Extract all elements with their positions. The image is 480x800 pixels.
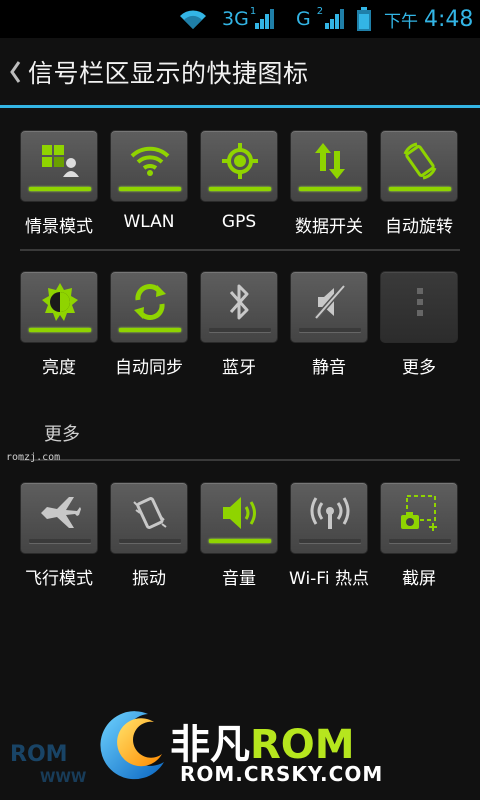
screenshot-icon	[395, 491, 445, 535]
auto-rotate-icon	[395, 139, 445, 183]
profiles-button[interactable]	[20, 130, 98, 202]
mute-icon	[305, 280, 355, 324]
bluetooth-button[interactable]	[200, 271, 278, 343]
tile-brightness[interactable]: 亮度	[20, 271, 98, 378]
sim2-label: 2	[316, 5, 324, 17]
section-divider	[20, 459, 460, 461]
ampm-label: 下午	[384, 11, 418, 32]
tile-sync[interactable]: 自动同步	[110, 271, 188, 378]
battery-icon	[356, 0, 372, 38]
more-button[interactable]	[380, 271, 458, 343]
airplane-button[interactable]	[20, 482, 98, 554]
tile-more[interactable]: 更多	[380, 271, 458, 378]
tile-label: 更多	[402, 358, 436, 378]
more-section-header: 更多	[44, 424, 80, 445]
signal-bars-icon	[254, 0, 276, 38]
tile-label: 数据开关	[295, 217, 363, 237]
page-title: 信号栏区显示的快捷图标	[28, 59, 309, 88]
crsky-logo-icon	[88, 700, 178, 790]
tile-vibrate[interactable]: 振动	[110, 482, 188, 589]
signal-bars-icon	[324, 0, 346, 38]
row-divider	[20, 249, 460, 251]
tile-auto-rotate[interactable]: 自动旋转	[380, 130, 458, 237]
page-header: 信号栏区显示的快捷图标	[0, 38, 480, 106]
tile-data[interactable]: 数据开关	[290, 130, 368, 237]
tile-label: 亮度	[42, 358, 76, 378]
brightness-icon	[35, 280, 85, 324]
state-indicator-bar	[299, 328, 361, 332]
tile-label: 振动	[132, 569, 166, 589]
tile-volume[interactable]: 音量	[200, 482, 278, 589]
network-g: G 2	[296, 0, 323, 38]
state-indicator-bar	[209, 539, 271, 543]
header-divider	[0, 105, 480, 108]
state-indicator-bar	[299, 187, 361, 191]
state-indicator-bar	[29, 328, 91, 332]
status-bar: 3G 1 G 2 下午 4:48	[0, 0, 480, 38]
state-indicator-bar	[119, 328, 181, 332]
mute-button[interactable]	[290, 271, 368, 343]
clock: 下午 4:48	[384, 0, 473, 38]
more-dots-icon	[395, 280, 445, 324]
wifi-hotspot-icon	[305, 491, 355, 535]
network-type-label: G	[296, 8, 311, 30]
tile-screenshot[interactable]: 截屏	[380, 482, 458, 589]
tile-gps[interactable]: GPS	[200, 130, 278, 232]
gps-icon	[215, 139, 265, 183]
volume-icon	[215, 491, 265, 535]
state-indicator-bar	[209, 328, 271, 332]
tile-mute[interactable]: 静音	[290, 271, 368, 378]
brightness-button[interactable]	[20, 271, 98, 343]
bluetooth-icon	[215, 280, 265, 324]
wifi-icon	[125, 139, 175, 183]
tile-label: 情景模式	[25, 217, 93, 237]
screenshot-button[interactable]	[380, 482, 458, 554]
sync-icon	[125, 280, 175, 324]
wlan-button[interactable]	[110, 130, 188, 202]
tile-label: 静音	[312, 358, 346, 378]
vibrate-icon	[125, 491, 175, 535]
vibrate-button[interactable]	[110, 482, 188, 554]
watermark-ghost-url: WWW	[40, 770, 87, 786]
tile-label: Wi-Fi 热点	[289, 569, 369, 589]
tile-wlan[interactable]: WLAN	[110, 130, 188, 232]
tile-label: 飞行模式	[25, 569, 93, 589]
tile-bluetooth[interactable]: 蓝牙	[200, 271, 278, 378]
state-indicator-bar	[29, 539, 91, 543]
tile-label: 音量	[222, 569, 256, 589]
state-indicator-bar	[119, 187, 181, 191]
data-transfer-icon	[305, 139, 355, 183]
back-chevron-icon[interactable]	[4, 52, 26, 92]
state-indicator-bar	[389, 539, 451, 543]
state-indicator-bar	[29, 187, 91, 191]
volume-button[interactable]	[200, 482, 278, 554]
tile-label: 自动旋转	[385, 217, 453, 237]
watermark-text: romzj.com	[6, 452, 61, 463]
time-label: 4:48	[424, 6, 474, 32]
tile-profiles[interactable]: 情景模式	[20, 130, 98, 237]
watermark-url: ROM.CRSKY.COM	[180, 762, 384, 786]
tile-hotspot[interactable]: Wi-Fi 热点	[289, 482, 369, 589]
tile-label: 蓝牙	[222, 358, 256, 378]
auto-rotate-button[interactable]	[380, 130, 458, 202]
tile-label: GPS	[221, 212, 257, 232]
tile-label: WLAN	[123, 212, 175, 232]
airplane-icon	[35, 491, 85, 535]
wifi-signal-icon	[178, 0, 208, 38]
state-indicator-bar	[209, 187, 271, 191]
tile-label: 自动同步	[115, 358, 183, 378]
network-type-label: 3G	[222, 8, 249, 30]
state-indicator-bar	[299, 539, 361, 543]
data-button[interactable]	[290, 130, 368, 202]
network-3g: 3G 1	[222, 0, 256, 38]
sync-button[interactable]	[110, 271, 188, 343]
gps-button[interactable]	[200, 130, 278, 202]
wifi-hotspot-button[interactable]	[290, 482, 368, 554]
watermark-ghost-text: ROM	[10, 742, 68, 767]
state-indicator-bar	[389, 187, 451, 191]
state-indicator-bar	[119, 539, 181, 543]
profiles-icon	[35, 139, 85, 183]
tile-label: 截屏	[402, 569, 436, 589]
tile-airplane[interactable]: 飞行模式	[20, 482, 98, 589]
